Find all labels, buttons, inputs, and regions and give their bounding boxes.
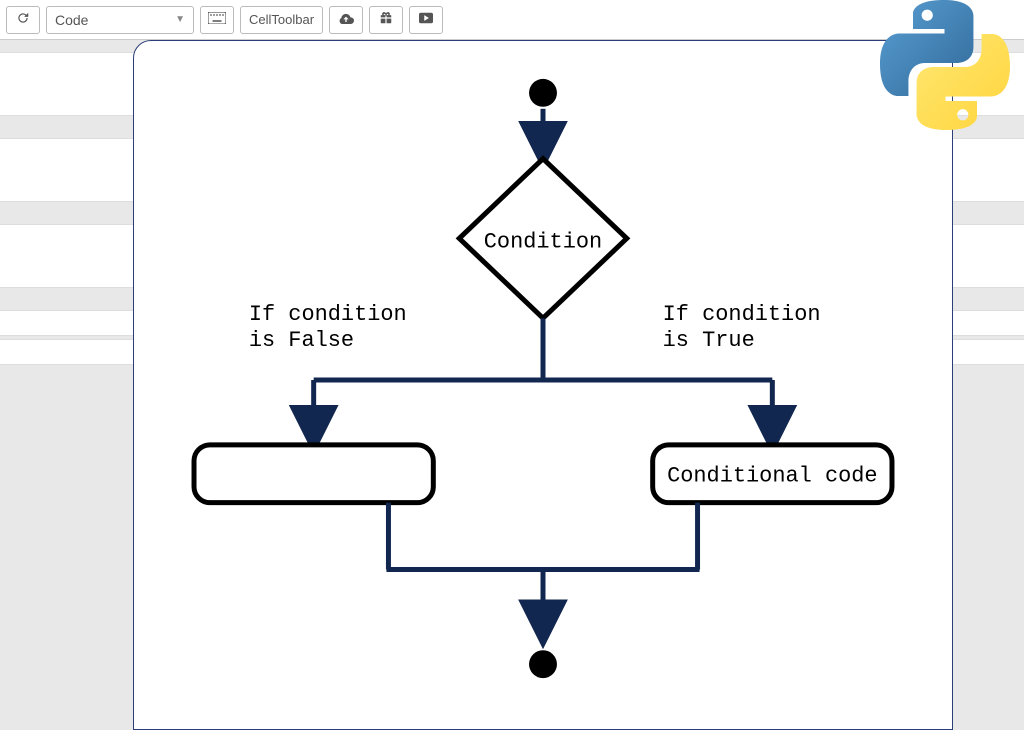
true-label-line2: is True	[663, 328, 755, 353]
true-box-label: Conditional code	[667, 464, 877, 489]
gift-icon	[379, 11, 393, 28]
condition-node: Condition	[459, 159, 627, 319]
cloud-upload-button[interactable]	[329, 6, 363, 34]
condition-label: Condition	[484, 229, 602, 254]
false-branch-box	[194, 445, 433, 503]
false-label-line1: If condition	[249, 302, 407, 327]
cloud-upload-icon	[338, 12, 354, 27]
flowchart-canvas: Condition If condition is False If condi…	[133, 40, 953, 730]
cell-type-selected: Code	[55, 12, 88, 28]
end-node	[529, 650, 557, 678]
cell-type-select[interactable]: Code ▼	[46, 6, 194, 34]
notebook-toolbar: Code ▼ CellToolbar	[0, 0, 1024, 40]
false-label-line2: is False	[249, 328, 354, 353]
play-filled-icon	[419, 12, 433, 27]
gift-button[interactable]	[369, 6, 403, 34]
keyboard-icon	[208, 12, 226, 27]
true-branch-box: Conditional code	[653, 445, 892, 503]
python-logo	[880, 0, 1010, 135]
flowchart-svg: Condition If condition is False If condi…	[134, 41, 952, 729]
restart-kernel-button[interactable]	[6, 6, 40, 34]
keyboard-button[interactable]	[200, 6, 234, 34]
celltoolbar-label: CellToolbar	[249, 12, 314, 27]
refresh-icon	[16, 11, 30, 28]
start-node	[529, 79, 557, 107]
true-label-line1: If condition	[663, 302, 821, 327]
present-button[interactable]	[409, 6, 443, 34]
celltoolbar-button[interactable]: CellToolbar	[240, 6, 323, 34]
chevron-down-icon: ▼	[175, 14, 185, 25]
